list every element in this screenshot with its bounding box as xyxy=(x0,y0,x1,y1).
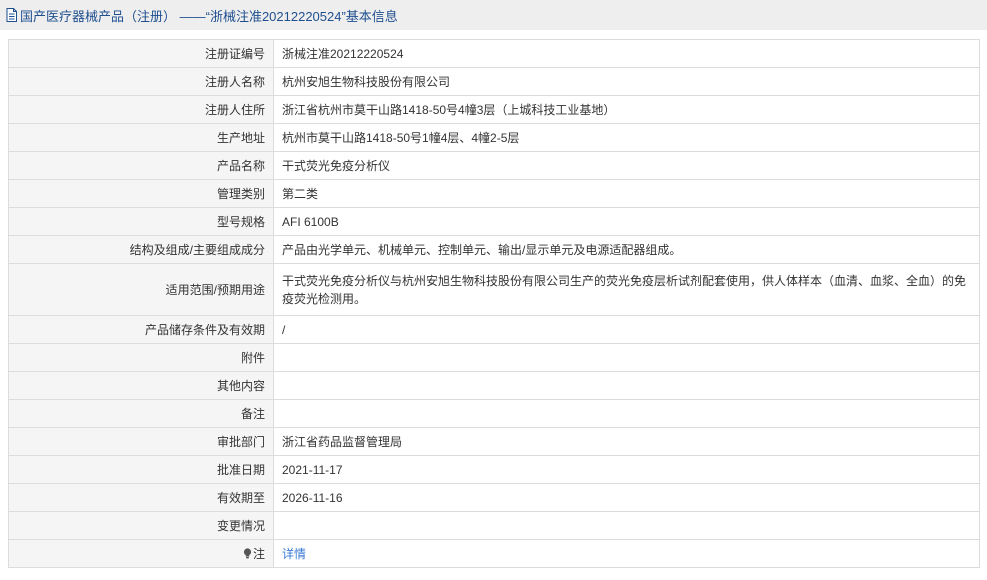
table-row: 其他内容 xyxy=(8,371,980,400)
row-value xyxy=(273,399,980,428)
table-row: 适用范围/预期用途 干式荧光免疫分析仪与杭州安旭生物科技股份有限公司生产的荧光免… xyxy=(8,263,980,316)
row-label: 适用范围/预期用途 xyxy=(8,263,274,316)
row-label: 审批部门 xyxy=(8,427,274,456)
row-value: 浙械注准20212220524 xyxy=(273,39,980,68)
row-value: AFI 6100B xyxy=(273,207,980,236)
table-row-note: 注 详情 xyxy=(8,539,980,568)
row-label: 批准日期 xyxy=(8,455,274,484)
row-label: 注册人名称 xyxy=(8,67,274,96)
lightbulb-icon xyxy=(243,547,252,559)
table-row: 产品储存条件及有效期 / xyxy=(8,315,980,344)
details-link[interactable]: 详情 xyxy=(282,547,306,561)
table-row: 变更情况 xyxy=(8,511,980,540)
row-value xyxy=(273,343,980,372)
row-value xyxy=(273,371,980,400)
row-label: 注册证编号 xyxy=(8,39,274,68)
row-value: 杭州安旭生物科技股份有限公司 xyxy=(273,67,980,96)
row-value: 2021-11-17 xyxy=(273,455,980,484)
table-row: 型号规格 AFI 6100B xyxy=(8,207,980,236)
note-value-cell: 详情 xyxy=(273,539,980,568)
row-label: 其他内容 xyxy=(8,371,274,400)
table-row: 注册人住所 浙江省杭州市莫干山路1418-50号4幢3层（上城科技工业基地） xyxy=(8,95,980,124)
row-label: 附件 xyxy=(8,343,274,372)
table-row: 附件 xyxy=(8,343,980,372)
row-value: 产品由光学单元、机械单元、控制单元、输出/显示单元及电源适配器组成。 xyxy=(273,235,980,264)
row-value: 第二类 xyxy=(273,179,980,208)
table-row: 审批部门 浙江省药品监督管理局 xyxy=(8,427,980,456)
row-value: / xyxy=(273,315,980,344)
page-title: 国产医疗器械产品（注册） ——“浙械注准20212220524”基本信息 xyxy=(20,8,398,24)
row-label: 备注 xyxy=(8,399,274,428)
note-label-cell: 注 xyxy=(8,539,274,568)
table-row: 管理类别 第二类 xyxy=(8,179,980,208)
row-value: 浙江省药品监督管理局 xyxy=(273,427,980,456)
row-label: 生产地址 xyxy=(8,123,274,152)
row-label: 有效期至 xyxy=(8,483,274,512)
page-title-bar: 国产医疗器械产品（注册） ——“浙械注准20212220524”基本信息 xyxy=(0,0,987,30)
table-row: 生产地址 杭州市莫干山路1418-50号1幢4层、4幢2-5层 xyxy=(8,123,980,152)
row-value: 2026-11-16 xyxy=(273,483,980,512)
table-row: 产品名称 干式荧光免疫分析仪 xyxy=(8,151,980,180)
row-label: 变更情况 xyxy=(8,511,274,540)
info-table-container: 注册证编号 浙械注准20212220524 注册人名称 杭州安旭生物科技股份有限… xyxy=(8,39,981,568)
row-label: 型号规格 xyxy=(8,207,274,236)
row-value: 干式荧光免疫分析仪与杭州安旭生物科技股份有限公司生产的荧光免疫层析试剂配套使用，… xyxy=(273,263,980,316)
table-row: 注册人名称 杭州安旭生物科技股份有限公司 xyxy=(8,67,980,96)
table-row: 结构及组成/主要组成成分 产品由光学单元、机械单元、控制单元、输出/显示单元及电… xyxy=(8,235,980,264)
row-label: 管理类别 xyxy=(8,179,274,208)
row-label: 产品名称 xyxy=(8,151,274,180)
row-label: 结构及组成/主要组成成分 xyxy=(8,235,274,264)
row-label: 产品储存条件及有效期 xyxy=(8,315,274,344)
row-label: 注册人住所 xyxy=(8,95,274,124)
row-value: 杭州市莫干山路1418-50号1幢4层、4幢2-5层 xyxy=(273,123,980,152)
table-row: 备注 xyxy=(8,399,980,428)
document-icon xyxy=(6,7,17,22)
table-row: 注册证编号 浙械注准20212220524 xyxy=(8,39,980,68)
table-row: 有效期至 2026-11-16 xyxy=(8,483,980,512)
row-value: 浙江省杭州市莫干山路1418-50号4幢3层（上城科技工业基地） xyxy=(273,95,980,124)
info-table: 注册证编号 浙械注准20212220524 注册人名称 杭州安旭生物科技股份有限… xyxy=(8,39,980,568)
row-value xyxy=(273,511,980,540)
table-row: 批准日期 2021-11-17 xyxy=(8,455,980,484)
row-value: 干式荧光免疫分析仪 xyxy=(273,151,980,180)
note-label: 注 xyxy=(252,546,265,561)
